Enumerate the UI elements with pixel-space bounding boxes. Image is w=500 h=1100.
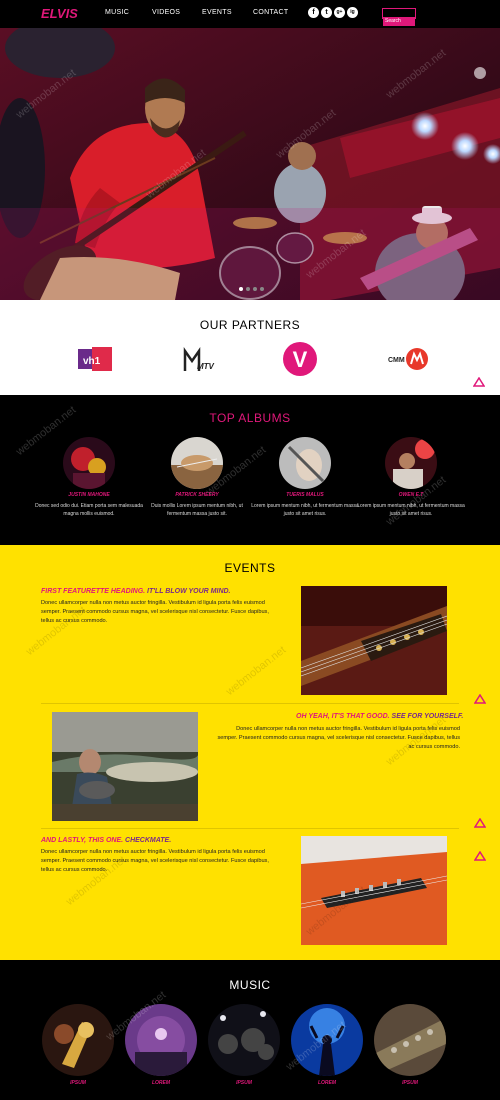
slider-dots bbox=[239, 287, 264, 291]
events-title: EVENTS bbox=[224, 561, 276, 575]
search-input[interactable] bbox=[383, 16, 415, 26]
album-description: Donec sed odio dui. Etiam porta sem male… bbox=[35, 503, 143, 517]
music-section: MUSIC IPSUM LOREM IPSUM LOREM IPSUM webm… bbox=[0, 960, 500, 1100]
events-section: EVENTS FIRST FEATURETTE HEADING. IT'LL B… bbox=[0, 545, 500, 960]
music-card[interactable]: IPSUM bbox=[374, 1004, 446, 1086]
music-label: IPSUM bbox=[402, 1080, 418, 1086]
event-image-guitarist-outdoors[interactable] bbox=[52, 712, 198, 821]
facebook-icon[interactable]: f bbox=[308, 7, 319, 18]
divider bbox=[41, 828, 459, 829]
scroll-up-icon[interactable] bbox=[473, 691, 487, 709]
album-card[interactable]: PATRICK SHEERY Duis mollis Lorem ipsum m… bbox=[142, 437, 252, 518]
scroll-up-icon[interactable] bbox=[473, 848, 487, 866]
album-image bbox=[171, 437, 223, 489]
album-description: Lorem ipsum mentum nibh, ut fermentum ma… bbox=[357, 503, 465, 517]
search-box bbox=[382, 8, 416, 26]
album-name: PATRICK SHEERY bbox=[175, 492, 219, 498]
albums-title: TOP ALBUMS bbox=[209, 411, 291, 425]
event-heading-accent: SEE FOR YOURSELF. bbox=[389, 713, 464, 720]
music-image bbox=[208, 1004, 280, 1076]
partner-vh1-label: vh1 bbox=[83, 356, 101, 367]
partners-section: OUR PARTNERS vh1 MTV V CMM bbox=[0, 300, 500, 395]
music-title: MUSIC bbox=[229, 978, 271, 992]
instagram-icon[interactable]: ig bbox=[347, 7, 358, 18]
top-albums-section: TOP ALBUMS JUSTIN MAHONE Donec sed odio … bbox=[0, 395, 500, 545]
music-card[interactable]: LOREM bbox=[125, 1004, 197, 1086]
music-card[interactable]: IPSUM bbox=[208, 1004, 280, 1086]
music-image bbox=[291, 1004, 363, 1076]
divider bbox=[41, 703, 459, 704]
music-label: LOREM bbox=[317, 1080, 337, 1086]
nav-link-contact[interactable]: CONTACT bbox=[253, 9, 288, 16]
partner-vh1-logo[interactable]: vh1 bbox=[78, 347, 112, 376]
hero-slider[interactable]: webmoban.net webmoban.net webmoban.net w… bbox=[0, 28, 500, 300]
google-plus-icon[interactable]: g+ bbox=[334, 7, 345, 18]
music-image bbox=[125, 1004, 197, 1076]
event-body: Donec ullamcorper nulla non metus auctor… bbox=[41, 600, 269, 624]
nav-link-videos[interactable]: VIDEOS bbox=[152, 9, 180, 16]
music-label: IPSUM bbox=[236, 1080, 252, 1086]
slider-dot[interactable] bbox=[246, 287, 250, 291]
partner-v-label: V bbox=[293, 347, 308, 372]
event-image-guitar-headstock[interactable] bbox=[301, 586, 447, 695]
partner-mtv-logo[interactable]: MTV bbox=[183, 347, 215, 378]
album-name: OWEN E.T bbox=[398, 492, 424, 498]
site-logo[interactable]: ELVIS bbox=[41, 6, 78, 21]
partner-mtv-label: MTV bbox=[197, 362, 215, 371]
scroll-up-icon[interactable] bbox=[472, 374, 486, 392]
event-heading-main: AND LASTLY, THIS ONE. bbox=[41, 837, 124, 844]
event-image-guitar-bridge[interactable] bbox=[301, 836, 447, 945]
album-card[interactable]: JUSTIN MAHONE Donec sed odio dui. Etiam … bbox=[34, 437, 144, 518]
event-heading-main: OH YEAH, IT'S THAT GOOD. bbox=[296, 713, 390, 720]
nav-link-music[interactable]: MUSIC bbox=[105, 9, 129, 16]
music-card[interactable]: IPSUM bbox=[42, 1004, 114, 1086]
album-image bbox=[63, 437, 115, 489]
event-heading: AND LASTLY, THIS ONE. CHECKMATE. bbox=[41, 837, 171, 844]
partner-v-logo[interactable]: V bbox=[283, 342, 317, 381]
event-heading-accent: CHECKMATE. bbox=[123, 837, 172, 844]
event-heading-accent: IT'LL BLOW YOUR MIND. bbox=[145, 588, 231, 595]
album-description: Lorem ipsum mentum nibh, ut fermentum ma… bbox=[251, 503, 359, 517]
partner-cmm-label: CMM bbox=[388, 357, 405, 364]
event-heading: OH YEAH, IT'S THAT GOOD. SEE FOR YOURSEL… bbox=[296, 713, 463, 720]
music-image bbox=[42, 1004, 114, 1076]
music-label: LOREM bbox=[151, 1080, 171, 1086]
music-card[interactable]: LOREM bbox=[291, 1004, 363, 1086]
slider-dot[interactable] bbox=[253, 287, 257, 291]
twitter-icon[interactable]: t bbox=[321, 7, 332, 18]
top-navbar: ELVIS MUSIC VIDEOS EVENTS CONTACT f t g+… bbox=[0, 0, 500, 28]
event-body: Donec ullamcorper nulla non metus auctor… bbox=[217, 726, 460, 750]
partners-title: OUR PARTNERS bbox=[199, 318, 301, 332]
album-image bbox=[279, 437, 331, 489]
music-label: IPSUM bbox=[70, 1080, 86, 1086]
event-body: Donec ullamcorper nulla non metus auctor… bbox=[41, 849, 269, 873]
album-card[interactable]: TUERIS MALUS Lorem ipsum mentum nibh, ut… bbox=[250, 437, 360, 518]
album-image bbox=[385, 437, 437, 489]
album-card[interactable]: OWEN E.T Lorem ipsum mentum nibh, ut fer… bbox=[356, 437, 466, 518]
album-name: TUERIS MALUS bbox=[286, 492, 324, 498]
slider-dot[interactable] bbox=[260, 287, 264, 291]
event-heading-main: FIRST FEATURETTE HEADING. bbox=[41, 588, 146, 595]
slider-dot[interactable] bbox=[239, 287, 243, 291]
hero-concert-image bbox=[0, 28, 500, 300]
music-image bbox=[374, 1004, 446, 1076]
event-heading: FIRST FEATURETTE HEADING. IT'LL BLOW YOU… bbox=[41, 588, 231, 595]
scroll-up-icon[interactable] bbox=[473, 815, 487, 833]
nav-link-events[interactable]: EVENTS bbox=[202, 9, 232, 16]
album-name: JUSTIN MAHONE bbox=[68, 492, 110, 498]
partner-cmm-logo[interactable]: CMM bbox=[388, 347, 428, 376]
album-description: Duis mollis Lorem ipsum mentum nibh, ut … bbox=[151, 503, 243, 517]
watermark: webmoban.net bbox=[223, 644, 289, 698]
